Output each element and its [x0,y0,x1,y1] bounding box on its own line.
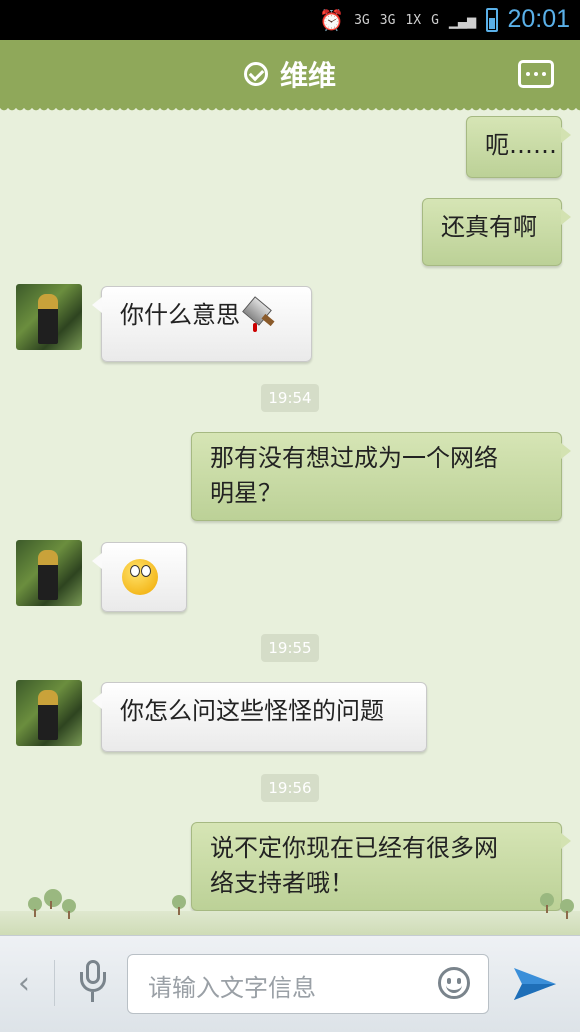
signal-label-4: G [431,12,439,28]
title-wrap: 维维 [0,40,580,108]
tree-icon [62,899,76,919]
dot-icon [526,72,530,76]
dot-icon [542,72,546,76]
chevron-left-icon[interactable]: ‹ [18,969,30,999]
clock: 20:01 [507,5,570,33]
tree-icon [560,899,574,919]
message-text-line: 说不定你现在已经有很多网 [210,834,498,862]
tree-icon [44,889,62,909]
status-icons: ⏰ 3G 3G 1X G ▁▃▅ [319,8,498,32]
send-icon[interactable] [512,964,558,1004]
more-options-button[interactable] [518,60,554,88]
alarm-icon: ⏰ [319,8,345,32]
message-bubble-out[interactable]: 那有没有想过成为一个网络 明星？ [191,432,571,521]
message-bubble-in[interactable]: 你什么意思 [92,286,312,362]
mic-stand [91,992,94,1002]
tree-icon [28,897,42,917]
signal-label-3: 1X [405,12,422,28]
verified-check-icon [243,62,268,86]
message-input-placeholder: 请输入文字信息 [148,974,316,1002]
contact-avatar[interactable] [16,540,82,606]
message-text-line: 明星？ [210,479,282,507]
tree-icon [540,893,554,913]
microphone-icon[interactable] [78,960,108,1004]
signal-bars-icon: ▁▃▅ [448,11,476,29]
message-bubble-out[interactable]: 说不定你现在已经有很多网 络支持者哦！ [191,822,571,911]
message-bubble-out[interactable]: 还真有啊 [422,198,571,266]
blood-drop-icon [253,323,257,332]
status-bar: ⏰ 3G 3G 1X G ▁▃▅ 20:01 [0,0,580,40]
battery-icon [486,8,498,32]
signal-label-2: 3G [379,12,396,28]
message-bubble-out[interactable]: 呃…… [466,116,571,178]
cleaver-icon [244,299,276,333]
tree-icon [172,895,186,915]
message-input[interactable]: 请输入文字信息 [127,954,489,1014]
contact-avatar[interactable] [16,680,82,746]
dot-icon [534,72,538,76]
message-text-line: 那有没有想过成为一个网络 [210,444,498,472]
message-bubble-in[interactable] [92,542,187,612]
timestamp: 19:56 [261,774,319,802]
chat-area[interactable]: 呃…… 还真有啊 你什么意思 19:54 那有没有想过成为一个网络 明星？ 19… [0,108,580,935]
message-text-line: 络支持者哦！ [210,869,354,897]
rolling-eyes-emoji-icon [122,559,158,595]
title-bar: 维维 [0,40,580,114]
message-text: 你什么意思 [120,301,240,329]
signal-label-1: 3G [354,12,370,28]
composer-bar: ‹ 请输入文字信息 [0,935,580,1032]
scenery-decoration [0,889,580,935]
message-bubble-in[interactable]: 你怎么问这些怪怪的问题 [92,682,427,752]
message-text: 你怎么问这些怪怪的问题 [120,697,384,725]
timestamp: 19:54 [261,384,319,412]
divider [54,960,55,1006]
timestamp: 19:55 [261,634,319,662]
contact-name: 维维 [279,59,336,92]
message-text: 呃…… [485,131,557,159]
message-text: 还真有啊 [441,213,537,241]
emoji-picker-icon[interactable] [438,967,470,999]
contact-avatar[interactable] [16,284,82,350]
